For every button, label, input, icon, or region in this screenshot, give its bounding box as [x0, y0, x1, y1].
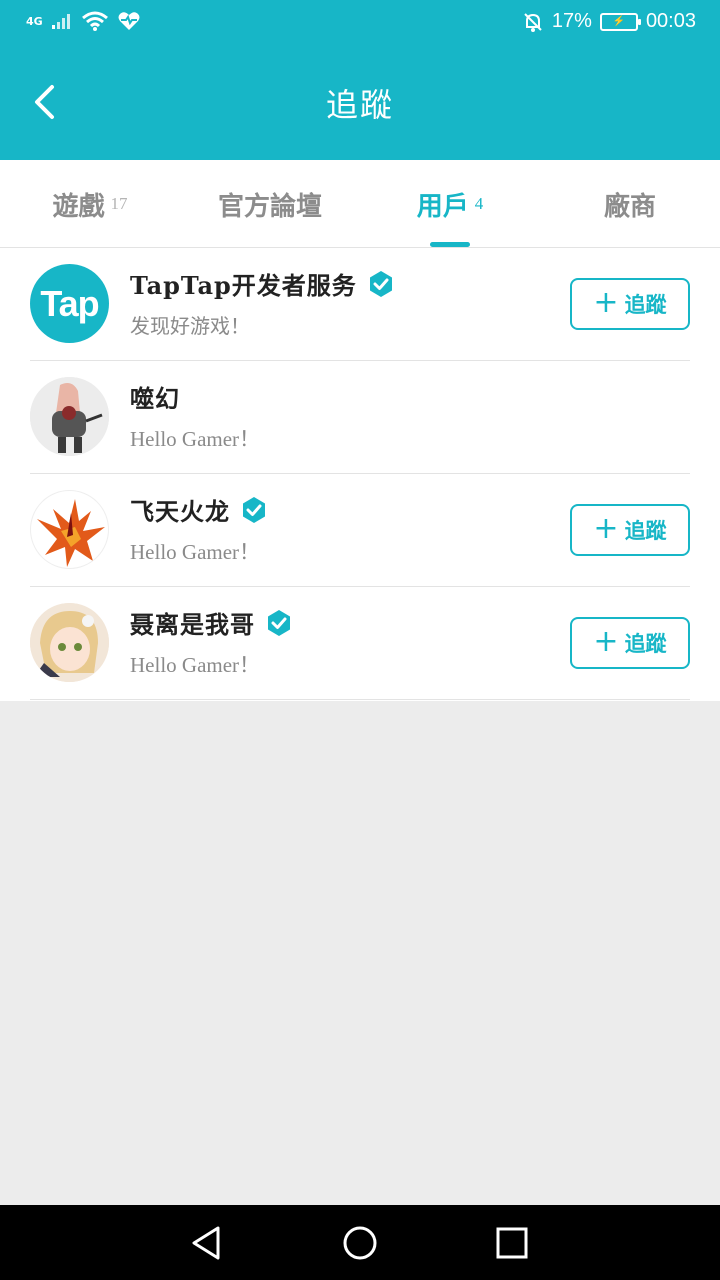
user-description: Hello Gamer！: [130, 653, 261, 677]
avatar[interactable]: [30, 490, 109, 569]
follow-label: 追蹤: [624, 293, 667, 317]
mute-bell-icon: [524, 12, 542, 32]
avatar[interactable]: Tap: [30, 264, 109, 343]
user-name: 噬幻: [130, 384, 180, 413]
plus-icon: +: [593, 284, 619, 320]
avatar-image: [30, 377, 109, 456]
network-type: 4G: [26, 14, 43, 28]
follow-button[interactable]: + 追蹤: [570, 278, 690, 330]
battery-charging-icon: ⚡: [599, 12, 641, 31]
nav-home-button[interactable]: [340, 1225, 380, 1261]
follow-button[interactable]: + 追蹤: [570, 617, 690, 669]
tab-bar: 遊戲 17 官方論壇 用戶 4 廠商: [0, 160, 720, 248]
user-name: 飞天火龙: [130, 497, 230, 526]
tab-label: 遊戲: [52, 191, 105, 222]
follow-button[interactable]: + 追蹤: [570, 504, 690, 556]
circle-home-icon: [343, 1226, 377, 1260]
tab-games[interactable]: 遊戲 17: [0, 160, 180, 248]
avatar-image: [37, 499, 105, 567]
tab-users[interactable]: 用戶 4: [360, 160, 540, 248]
tab-vendors[interactable]: 廠商: [540, 160, 720, 248]
user-name: TapTap开发者服务: [130, 271, 357, 300]
page-title: 追蹤: [325, 86, 394, 124]
square-recents-icon: [496, 1227, 528, 1259]
verified-badge-icon: [268, 609, 290, 636]
follow-label: 追蹤: [624, 519, 667, 543]
battery-percent: 17%: [551, 10, 592, 32]
active-tab-indicator: [430, 242, 470, 247]
tab-label: 廠商: [603, 191, 656, 222]
plus-icon: +: [593, 510, 619, 546]
wifi-icon: [81, 11, 108, 31]
list-item[interactable]: 飞天火龙 Hello Gamer！ + 追蹤: [30, 474, 690, 587]
app-bar: 追蹤: [0, 48, 720, 160]
tab-official-forum[interactable]: 官方論壇: [180, 160, 360, 248]
user-description: Hello Gamer！: [130, 540, 261, 564]
signal-icon: [51, 14, 70, 29]
nav-recents-button[interactable]: [492, 1225, 532, 1261]
heart-rate-icon: [118, 12, 140, 31]
follow-label: 追蹤: [624, 632, 667, 656]
user-description: Hello Gamer！: [130, 427, 261, 451]
user-description: 发现好游戏！: [130, 314, 250, 338]
system-nav-bar: [0, 1205, 720, 1280]
tab-label: 官方論壇: [217, 191, 322, 222]
avatar-image: [30, 603, 109, 682]
avatar-logo: Tap: [40, 282, 99, 324]
verified-badge-icon: [369, 270, 392, 297]
list-item[interactable]: 噬幻 Hello Gamer！: [30, 361, 690, 474]
nav-back-button[interactable]: [186, 1225, 226, 1261]
status-bar: 4G 17% ⚡ 00:03: [0, 0, 720, 48]
avatar[interactable]: [30, 377, 109, 456]
tab-count: 4: [474, 194, 484, 213]
user-name: 聂离是我哥: [130, 610, 255, 639]
list-item[interactable]: Tap TapTap开发者服务 发现好游戏！ + 追蹤: [30, 248, 690, 361]
list-item[interactable]: 聂离是我哥 Hello Gamer！ + 追蹤: [30, 587, 690, 700]
user-list: Tap TapTap开发者服务 发现好游戏！ + 追蹤 噬幻 Hello Gam…: [0, 248, 720, 701]
triangle-back-icon: [192, 1226, 220, 1260]
clock: 00:03: [645, 10, 696, 32]
tab-label: 用戶: [416, 191, 469, 222]
avatar[interactable]: [30, 603, 109, 682]
plus-icon: +: [593, 623, 619, 659]
tab-count: 17: [110, 194, 128, 213]
verified-badge-icon: [243, 496, 265, 523]
